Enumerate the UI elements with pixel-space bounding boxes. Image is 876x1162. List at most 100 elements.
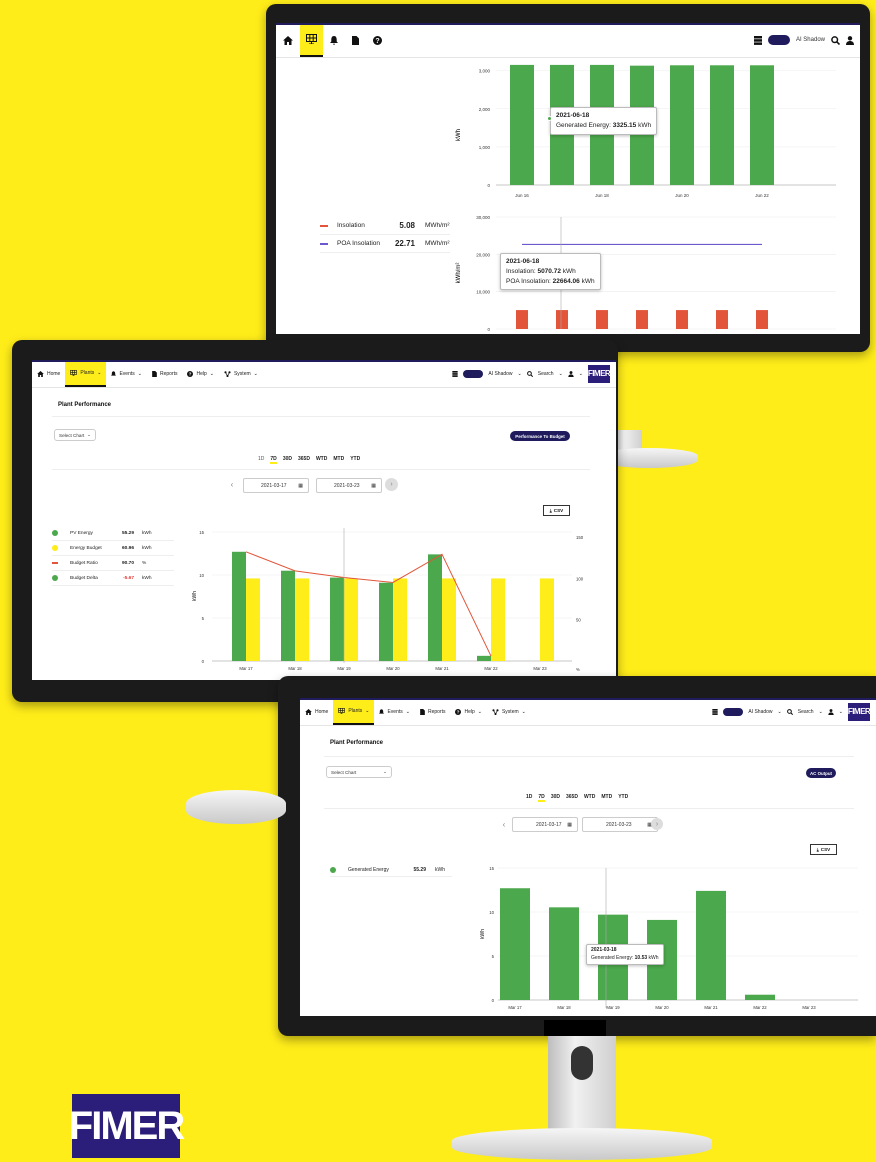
- y-tick-label: 10: [199, 573, 204, 578]
- energy-budget-bar: [295, 578, 309, 661]
- solar-panel-icon: [70, 369, 78, 376]
- user-name: AI Shadow: [795, 37, 825, 43]
- chevron-down-icon: ⌄: [209, 370, 214, 377]
- shadow-toggle[interactable]: [723, 707, 744, 716]
- range-mtd[interactable]: MTD: [333, 456, 344, 464]
- file-icon: [420, 708, 425, 715]
- nav-events[interactable]: Events ⌄: [106, 360, 147, 387]
- range-wtd[interactable]: WTD: [316, 456, 327, 464]
- nav-system-label: System: [501, 708, 519, 715]
- range-30d[interactable]: 30D: [551, 794, 560, 802]
- nav-accent-line: [300, 698, 876, 700]
- generated-energy-bar: [745, 994, 775, 1000]
- select-chart-dropdown[interactable]: Select Chart ⌄: [54, 429, 96, 441]
- nav-home[interactable]: [276, 23, 300, 57]
- chevron-down-icon: ⌄: [365, 707, 370, 714]
- y-axis-label: kWh: [456, 129, 462, 141]
- range-7d[interactable]: 7D: [538, 794, 545, 802]
- nav-help[interactable]: ?: [366, 23, 389, 57]
- user-name[interactable]: AI Shadow: [748, 709, 772, 715]
- prev-period-arrow[interactable]: ‹: [228, 478, 236, 490]
- search-icon[interactable]: [786, 708, 793, 715]
- nav-reports[interactable]: [345, 23, 366, 57]
- range-7d[interactable]: 7D: [270, 456, 277, 464]
- nav-reports[interactable]: Reports: [147, 360, 183, 387]
- svg-text:?: ?: [189, 371, 192, 376]
- date-to-field[interactable]: 2021-03-23 ▦: [582, 817, 658, 832]
- range-wtd[interactable]: WTD: [584, 794, 595, 802]
- csv-download-button[interactable]: ⤓ CSV: [810, 844, 837, 855]
- prev-period-arrow[interactable]: ‹: [500, 818, 508, 830]
- bell-icon: [379, 708, 385, 715]
- monitor-mid-base: [186, 790, 286, 824]
- monitor-top: ? AI Shadow kWh 0 1,000 2,000 3,000 Jun 16 J…: [266, 4, 870, 352]
- nav-help[interactable]: ? Help ⌄: [450, 698, 487, 725]
- x-tick-label: Mar 23: [802, 1005, 816, 1010]
- search-icon[interactable]: [831, 35, 840, 45]
- nav-events[interactable]: Events ⌄: [374, 698, 415, 725]
- nav-events-label: Events: [387, 708, 403, 715]
- range-1d[interactable]: 1D: [526, 794, 532, 802]
- chevron-down-icon: ⌄: [405, 708, 410, 715]
- legend-value: 60.96: [121, 545, 134, 551]
- tooltip-label: Generated Energy:: [556, 121, 611, 129]
- nav-plants[interactable]: Plants ⌄: [333, 698, 375, 725]
- nav-plants[interactable]: Plants ⌄: [65, 360, 107, 387]
- nav-accent-line: [276, 23, 860, 25]
- nav-events[interactable]: [323, 23, 345, 57]
- nav-home[interactable]: Home: [32, 360, 65, 387]
- solar-panel-icon: [306, 34, 317, 44]
- y-tick-label: 3,000: [479, 69, 491, 74]
- nav-system[interactable]: System ⌄: [487, 698, 531, 725]
- chevron-down-icon: ⌄: [477, 708, 482, 715]
- range-ytd[interactable]: YTD: [618, 794, 628, 802]
- chart-tooltip: 2021-03-18 Generated Energy: 10.53 kWh: [586, 944, 664, 965]
- x-tick-label: Mar 18: [557, 1005, 571, 1010]
- chevron-down-icon: ⌄: [838, 708, 843, 715]
- server-icon[interactable]: [452, 370, 459, 377]
- y2-axis-label: %: [576, 667, 580, 672]
- main-navbar: Home Plants ⌄ Events ⌄ Reports ? Help ⌄: [300, 698, 876, 726]
- nav-reports[interactable]: Reports: [415, 698, 451, 725]
- server-icon[interactable]: [712, 708, 719, 715]
- nav-home[interactable]: Home: [300, 698, 333, 725]
- monitor-bottom: Home Plants ⌄ Events ⌄ Reports ? Help ⌄: [278, 676, 876, 1036]
- range-ytd[interactable]: YTD: [350, 456, 360, 464]
- search-icon[interactable]: [526, 370, 533, 377]
- screen-bottom: Home Plants ⌄ Events ⌄ Reports ? Help ⌄: [300, 698, 876, 1016]
- performance-to-budget-badge[interactable]: Performance To Budget: [510, 431, 570, 441]
- range-1d[interactable]: 1D: [258, 456, 264, 464]
- date-to-field[interactable]: 2021-03-23 ▦: [316, 478, 382, 493]
- range-365d[interactable]: 365D: [566, 794, 578, 802]
- pv-energy-bar: [379, 582, 393, 661]
- calendar-icon: ▦: [371, 482, 376, 489]
- range-mtd[interactable]: MTD: [601, 794, 612, 802]
- search-label[interactable]: Search: [798, 709, 814, 715]
- shadow-toggle[interactable]: [767, 35, 790, 45]
- shadow-toggle[interactable]: [463, 369, 484, 378]
- date-from-field[interactable]: 2021-03-17 ▦: [243, 478, 309, 493]
- select-chart-dropdown[interactable]: Select Chart ⌄: [326, 766, 392, 778]
- ac-output-badge[interactable]: AC Output: [806, 768, 836, 778]
- bar: [716, 310, 728, 329]
- nav-reports-label: Reports: [427, 708, 446, 715]
- next-period-button[interactable]: ›: [651, 818, 663, 830]
- user-name[interactable]: AI Shadow: [488, 371, 512, 377]
- next-period-button[interactable]: ›: [385, 478, 398, 491]
- nav-help[interactable]: ? Help ⌄: [182, 360, 219, 387]
- y-tick-label: 10,000: [476, 290, 490, 295]
- user-icon[interactable]: [828, 708, 834, 715]
- csv-download-button[interactable]: ⤓ CSV: [543, 505, 570, 516]
- range-365d[interactable]: 365D: [298, 456, 310, 464]
- user-icon[interactable]: [846, 35, 854, 45]
- search-label[interactable]: Search: [538, 371, 554, 377]
- nav-system[interactable]: System ⌄: [219, 360, 263, 387]
- nav-accent-line: [32, 360, 616, 362]
- legend-swatch: [52, 545, 58, 551]
- date-from-field[interactable]: 2021-03-17 ▦: [512, 817, 578, 832]
- bar: [516, 310, 528, 329]
- user-icon[interactable]: [568, 370, 574, 377]
- server-icon[interactable]: [753, 35, 762, 45]
- nav-plants[interactable]: [300, 23, 323, 57]
- range-30d[interactable]: 30D: [283, 456, 292, 464]
